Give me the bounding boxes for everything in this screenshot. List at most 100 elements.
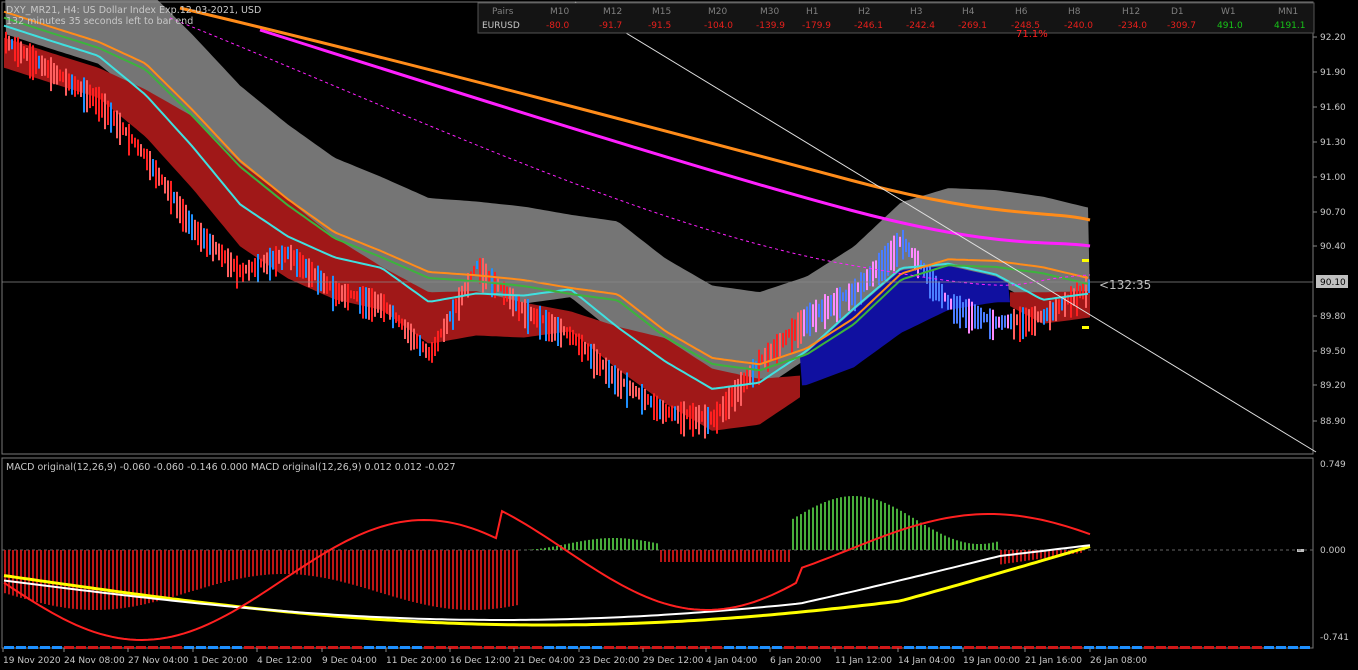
candle <box>872 261 874 287</box>
candle <box>233 258 235 272</box>
macd-bar <box>128 550 130 608</box>
price-axis: 92.20 91.90 91.60 91.30 91.00 90.70 90.40 89.80… <box>1313 33 1346 427</box>
candle <box>284 246 286 263</box>
macd-bar <box>792 518 794 550</box>
color-bar-segment <box>196 646 206 649</box>
candle <box>314 268 316 281</box>
candle <box>104 93 106 130</box>
trend-color-bar <box>4 646 1310 649</box>
macd-bar <box>468 550 470 610</box>
candle <box>392 305 394 329</box>
macd-bar <box>76 550 78 610</box>
candle <box>545 309 547 342</box>
macd-bar <box>416 550 418 603</box>
candle <box>554 317 556 341</box>
candle <box>338 283 340 305</box>
macd-histogram <box>4 496 1082 610</box>
candle <box>239 264 241 278</box>
macd-bar <box>924 525 926 550</box>
color-bar-segment <box>568 646 578 649</box>
macd-bar <box>1008 550 1010 564</box>
candle <box>758 349 760 385</box>
macd-bar <box>980 544 982 550</box>
macd-bar <box>532 549 534 550</box>
candle <box>590 343 592 369</box>
macd-bar <box>264 550 266 575</box>
color-bar-segment <box>760 646 770 649</box>
candle <box>989 308 991 340</box>
strength-table-header: M30 <box>760 7 779 17</box>
macd-bar <box>624 538 626 550</box>
color-bar-segment <box>964 646 974 649</box>
macd-bar <box>124 550 126 608</box>
candle <box>587 343 589 361</box>
candle <box>254 258 256 277</box>
macd-bar <box>1016 550 1018 563</box>
candle <box>335 281 337 307</box>
macd-bar <box>644 541 646 550</box>
macd-bar <box>440 550 442 608</box>
candle <box>623 378 625 387</box>
candle <box>38 55 40 69</box>
macd-bar <box>1024 550 1026 561</box>
macd-bar <box>956 540 958 550</box>
macd-label: MACD original(12,26,9) -0.060 -0.060 -0.… <box>6 462 456 473</box>
macd-bar <box>744 550 746 562</box>
macd-bar <box>200 550 202 589</box>
macd-bar <box>160 550 162 601</box>
candle <box>161 174 163 185</box>
macd-bar <box>236 550 238 580</box>
macd-bar <box>628 538 630 550</box>
candle <box>317 265 319 295</box>
candle <box>725 391 727 421</box>
candle <box>764 347 766 370</box>
color-bar-segment <box>868 646 878 649</box>
candle <box>644 388 646 411</box>
macd-bar <box>648 541 650 550</box>
strength-table-value: 491.0 <box>1217 21 1243 31</box>
trading-chart[interactable]: DXY_MR21, H4: US Dollar Index Exp.12-03-… <box>0 0 1358 670</box>
macd-bar <box>432 550 434 607</box>
macd-bar <box>988 543 990 550</box>
color-bar-segment <box>1204 646 1214 649</box>
color-bar-segment <box>460 646 470 649</box>
color-bar-segment <box>1072 646 1082 649</box>
color-bar-segment <box>1240 646 1250 649</box>
macd-bar <box>48 550 50 605</box>
color-bar-segment <box>76 646 86 649</box>
candle <box>809 302 811 337</box>
strength-table-header: H6 <box>1015 7 1028 17</box>
candle <box>539 305 541 340</box>
macd-bar <box>656 543 658 550</box>
candle <box>497 278 499 292</box>
bar-timer-label: <132:35 <box>1099 278 1151 292</box>
macd-bar <box>364 550 366 589</box>
strength-table-header: H1 <box>806 7 819 17</box>
macd-bar <box>964 542 966 550</box>
candle <box>788 329 790 338</box>
color-bar-segment <box>1168 646 1178 649</box>
candle <box>380 293 382 318</box>
color-bar-segment <box>64 646 74 649</box>
macd-bar <box>332 550 334 580</box>
color-bar-segment <box>736 646 746 649</box>
strength-table: Pairs M10 M12 M15 M20 M30 H1 H2 H3 H4 H6 H8 H12 D1 W1 M… <box>477 2 1315 34</box>
price-axis-label: 90.40 <box>1320 242 1346 252</box>
candle <box>905 238 907 253</box>
candle <box>434 336 436 356</box>
macd-bar <box>616 538 618 550</box>
macd-bar <box>368 550 370 590</box>
candle <box>452 299 454 330</box>
candle <box>518 294 520 322</box>
macd-bar <box>664 550 666 562</box>
candle <box>581 334 583 362</box>
candle <box>1070 286 1072 318</box>
current-price-tag-text: 90.10 <box>1320 278 1346 288</box>
macd-bar <box>640 540 642 550</box>
macd-bar <box>192 550 194 591</box>
macd-bar <box>540 548 542 550</box>
macd-bar <box>512 550 514 606</box>
color-bar-segment <box>988 646 998 649</box>
macd-bar <box>248 550 250 577</box>
candle <box>395 312 397 323</box>
